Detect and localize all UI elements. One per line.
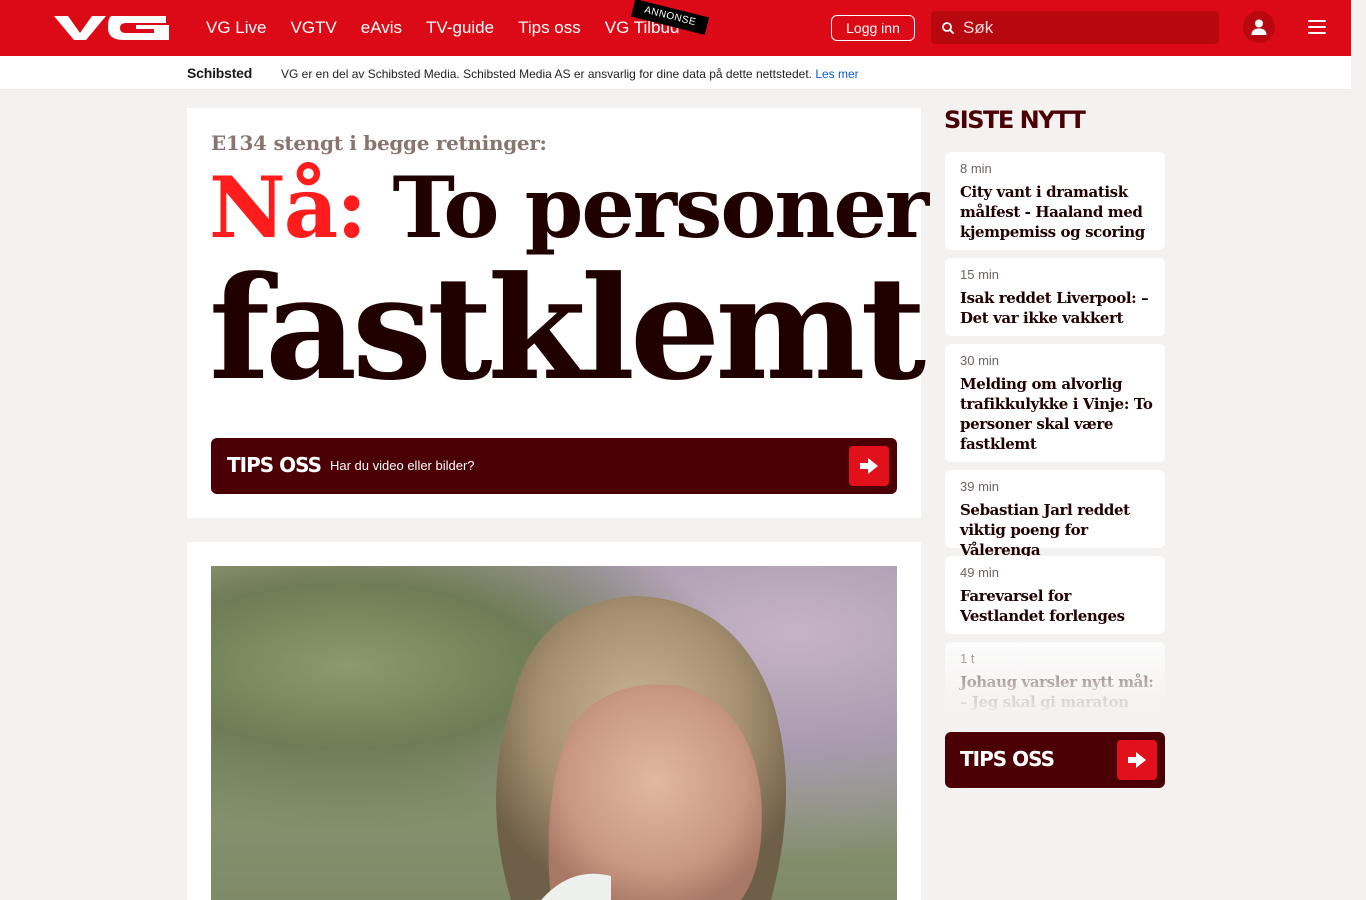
schibsted-info-bar: Schibsted VG er en del av Schibsted Medi… (0, 56, 1351, 90)
schibsted-notice: VG er en del av Schibsted Media. Schibst… (281, 67, 859, 81)
user-icon (1251, 19, 1267, 35)
latest-news-item[interactable]: 49 min Farevarsel for Vestlandet forleng… (945, 556, 1165, 634)
nav-eavis[interactable]: eAvis (361, 18, 402, 38)
user-profile-button[interactable] (1243, 11, 1275, 43)
article-headline[interactable]: Nå: To personer fastklemt (209, 158, 929, 412)
latest-news-title: SISTE NYTT (944, 106, 1086, 134)
news-time: 49 min (960, 565, 1000, 580)
top-navigation-bar: VG Live VGTV eAvis TV-guide Tips oss VG … (0, 0, 1351, 56)
hamburger-menu-icon[interactable] (1306, 18, 1328, 36)
nav-vgtv[interactable]: VGTV (290, 18, 336, 38)
portrait-image (496, 596, 786, 900)
arrow-right-icon[interactable] (1117, 740, 1157, 780)
news-time: 30 min (960, 353, 1000, 368)
news-title: City vant i dramatisk målfest - Haaland … (960, 183, 1145, 241)
latest-news-item[interactable]: 30 min Melding om alvorlig trafikkulykke… (945, 344, 1165, 462)
schibsted-logo: Schibsted (187, 65, 253, 81)
sidebar-tips-oss-label: TIPS OSS (960, 747, 1055, 771)
headline-line2: fastklemt (209, 246, 926, 412)
vg-logo[interactable] (54, 14, 174, 42)
read-more-link[interactable]: Les mer (815, 67, 858, 81)
nav-tv-guide[interactable]: TV-guide (426, 18, 494, 38)
tips-oss-label: TIPS OSS (227, 453, 322, 477)
search-input[interactable] (963, 17, 1203, 38)
search-icon (942, 21, 955, 34)
latest-news-item[interactable]: 1 t Johaug varsler nytt mål: – Jeg skal … (945, 642, 1165, 712)
news-time: 1 t (960, 651, 975, 666)
tips-oss-banner[interactable]: TIPS OSS Har du video eller bilder? (211, 438, 897, 494)
news-title: Melding om alvorlig trafikkulykke i Vinj… (960, 375, 1153, 453)
login-button[interactable]: Logg inn (831, 15, 915, 41)
arrow-right-icon[interactable] (849, 446, 889, 486)
latest-news-item[interactable]: 15 min Isak reddet Liverpool: – Det var … (945, 258, 1165, 336)
headline-card[interactable]: E134 stengt i begge retninger: Nå: To pe… (187, 108, 929, 518)
latest-news-item[interactable]: 8 min City vant i dramatisk målfest - Ha… (945, 152, 1165, 250)
news-time: 15 min (960, 267, 1000, 282)
news-title: Farevarsel for Vestlandet forlenges (960, 587, 1125, 625)
schibsted-notice-text: VG er en del av Schibsted Media. Schibst… (281, 67, 812, 81)
nav-vg-live[interactable]: VG Live (206, 18, 266, 38)
news-time: 39 min (960, 479, 1000, 494)
headline-prefix: Nå: (209, 158, 367, 257)
nav-tips-oss[interactable]: Tips oss (518, 18, 581, 38)
headline-line1: To personer (392, 158, 929, 257)
search-box[interactable] (931, 11, 1219, 44)
tips-oss-subtext: Har du video eller bilder? (330, 458, 475, 473)
main-nav: VG Live VGTV eAvis TV-guide Tips oss VG … (206, 0, 703, 56)
latest-news-item[interactable]: 39 min Sebastian Jarl reddet viktig poen… (945, 470, 1165, 559)
sidebar-tips-oss-button[interactable]: TIPS OSS (945, 732, 1165, 788)
news-title: Isak reddet Liverpool: – Det var ikke va… (960, 289, 1149, 327)
news-title: Sebastian Jarl reddet viktig poeng for V… (960, 501, 1130, 559)
article-card-photo[interactable] (187, 542, 921, 900)
article-kicker: E134 stengt i begge retninger: (211, 131, 547, 155)
article-photo[interactable] (211, 566, 897, 900)
news-time: 8 min (960, 161, 992, 176)
news-title: Johaug varsler nytt mål: – Jeg skal gi m… (960, 673, 1154, 711)
